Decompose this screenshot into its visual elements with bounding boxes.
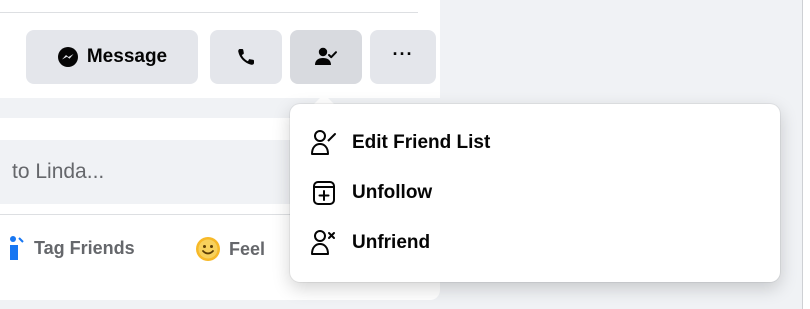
menu-label-unfriend: Unfriend [352, 232, 431, 253]
menu-item-unfollow[interactable]: Unfollow [290, 168, 780, 218]
more-options-label: ··· [392, 43, 414, 64]
composer-placeholder: to Linda... [12, 160, 105, 183]
smiley-icon [195, 236, 221, 262]
person-check-icon [314, 46, 338, 68]
menu-item-edit-friend-list[interactable]: Edit Friend List [290, 118, 780, 168]
unfriend-icon [310, 229, 338, 257]
menu-label-unfollow: Unfollow [352, 182, 433, 203]
tag-friends-button[interactable]: Tag Friends [10, 236, 135, 260]
profile-header-card: Message ··· [0, 0, 440, 98]
unfollow-icon [310, 179, 338, 207]
phone-icon [236, 47, 256, 67]
messenger-icon [57, 46, 79, 68]
call-button[interactable] [210, 30, 282, 84]
friends-button[interactable] [290, 30, 362, 84]
tag-friends-label: Tag Friends [34, 237, 135, 258]
menu-item-unfriend[interactable]: Unfriend [290, 218, 780, 268]
feeling-label: Feel [229, 238, 266, 259]
message-button[interactable]: Message [26, 30, 198, 84]
scrollbar-edge[interactable] [802, 0, 810, 309]
more-options-button[interactable]: ··· [370, 30, 436, 84]
message-label: Message [86, 46, 168, 67]
friends-dropdown-menu: Edit Friend List Unfollow Unfriend [290, 104, 780, 282]
header-divider [0, 12, 418, 13]
menu-label-edit-friend-list: Edit Friend List [352, 132, 491, 153]
feeling-activity-button[interactable]: Feel [195, 236, 265, 262]
edit-friend-list-icon [310, 129, 338, 157]
tag-friends-icon [10, 236, 24, 260]
